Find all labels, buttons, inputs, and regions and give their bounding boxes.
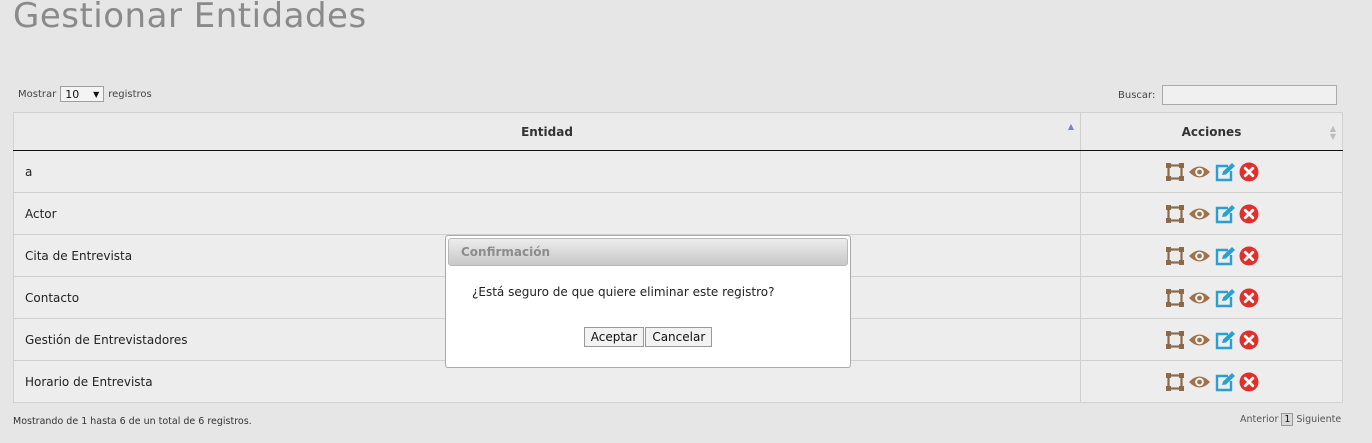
edit-icon[interactable]	[1214, 288, 1236, 308]
view-icon[interactable]	[1188, 204, 1211, 224]
confirm-dialog: Confirmación ¿Está seguro de que quiere …	[445, 235, 851, 368]
delete-icon[interactable]	[1239, 204, 1259, 224]
chevron-down-icon: ▼	[93, 89, 100, 99]
length-suffix: registros	[108, 88, 152, 100]
fields-icon[interactable]	[1165, 372, 1185, 392]
edit-icon[interactable]	[1214, 330, 1236, 350]
dialog-message: ¿Está seguro de que quiere eliminar este…	[472, 285, 775, 299]
view-icon[interactable]	[1188, 246, 1211, 266]
fields-icon[interactable]	[1165, 162, 1185, 182]
actions-cell	[1080, 276, 1343, 319]
sort-asc-icon: ▲	[1067, 122, 1074, 131]
fields-icon[interactable]	[1165, 246, 1185, 266]
dialog-buttons: Aceptar Cancelar	[446, 327, 850, 347]
search-control: Buscar:	[1118, 85, 1338, 105]
fields-icon[interactable]	[1165, 330, 1185, 350]
view-icon[interactable]	[1188, 330, 1211, 350]
action-buttons	[1165, 372, 1259, 392]
delete-icon[interactable]	[1239, 372, 1259, 392]
pagination: Anterior 1 Siguiente	[1240, 413, 1341, 426]
action-buttons	[1165, 288, 1259, 308]
accept-button[interactable]: Aceptar	[583, 327, 645, 347]
fields-icon[interactable]	[1165, 204, 1185, 224]
actions-cell	[1080, 150, 1343, 193]
actions-cell	[1080, 318, 1343, 361]
next-page-button[interactable]: Siguiente	[1296, 414, 1341, 425]
column-header-label: Acciones	[1181, 124, 1242, 139]
edit-icon[interactable]	[1214, 246, 1236, 266]
actions-cell	[1080, 360, 1343, 403]
delete-icon[interactable]	[1239, 246, 1259, 266]
action-buttons	[1165, 162, 1259, 182]
column-header-acciones[interactable]: Acciones ▲ ▼	[1080, 112, 1343, 151]
dialog-titlebar[interactable]: Confirmación	[448, 238, 848, 266]
table-row: Actor	[13, 192, 1343, 235]
delete-icon[interactable]	[1239, 162, 1259, 182]
table-info: Mostrando de 1 hasta 6 de un total de 6 …	[13, 416, 252, 427]
edit-icon[interactable]	[1214, 162, 1236, 182]
actions-cell	[1080, 192, 1343, 235]
view-icon[interactable]	[1188, 372, 1211, 392]
entity-name-cell: Actor	[13, 192, 1081, 235]
length-control: Mostrar 10 ▼ registros	[18, 86, 152, 102]
length-prefix: Mostrar	[18, 88, 57, 100]
fields-icon[interactable]	[1165, 288, 1185, 308]
edit-icon[interactable]	[1214, 372, 1236, 392]
dialog-title: Confirmación	[461, 245, 551, 259]
search-label: Buscar:	[1118, 89, 1156, 101]
prev-page-button[interactable]: Anterior	[1240, 414, 1278, 425]
length-value: 10	[65, 87, 80, 101]
delete-icon[interactable]	[1239, 330, 1259, 350]
action-buttons	[1165, 246, 1259, 266]
search-input[interactable]	[1162, 85, 1338, 105]
cancel-button[interactable]: Cancelar	[645, 327, 713, 347]
length-select[interactable]: 10 ▼	[60, 86, 105, 102]
view-icon[interactable]	[1188, 288, 1211, 308]
edit-icon[interactable]	[1214, 204, 1236, 224]
column-header-entidad[interactable]: Entidad ▲	[13, 112, 1081, 151]
action-buttons	[1165, 330, 1259, 350]
view-icon[interactable]	[1188, 162, 1211, 182]
column-header-label: Entidad	[521, 124, 573, 139]
actions-cell	[1080, 234, 1343, 277]
action-buttons	[1165, 204, 1259, 224]
entity-name-cell: a	[13, 150, 1081, 193]
table-row: a	[13, 150, 1343, 193]
page-title: Gestionar Entidades	[13, 0, 367, 36]
sort-both-icon: ▲ ▼	[1329, 124, 1336, 141]
page-1-button[interactable]: 1	[1281, 413, 1294, 426]
delete-icon[interactable]	[1239, 288, 1259, 308]
